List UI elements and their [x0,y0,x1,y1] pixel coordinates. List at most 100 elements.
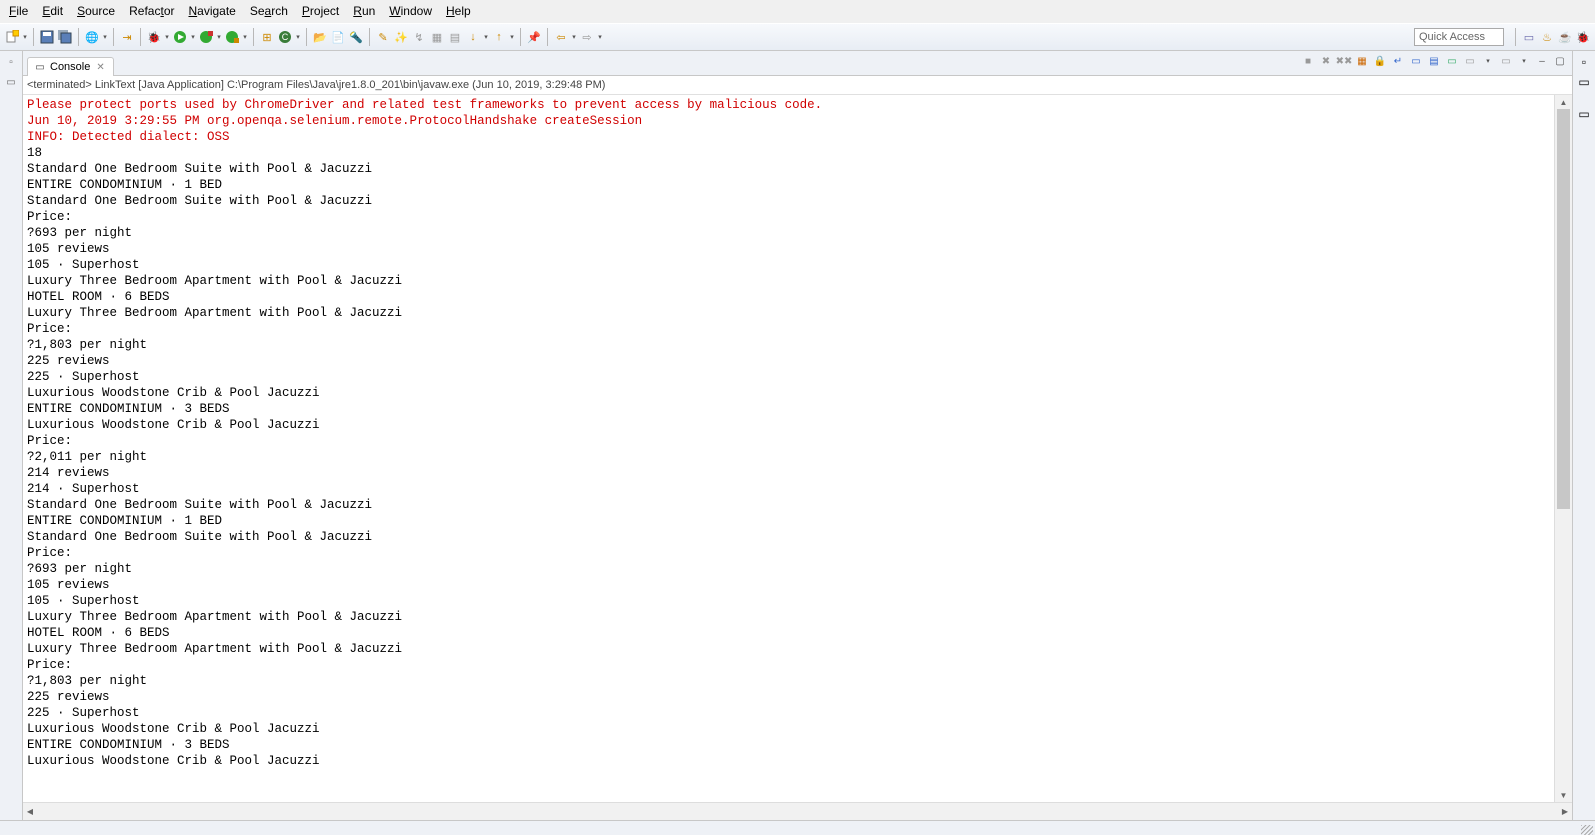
scroll-down-icon[interactable]: ▼ [1555,788,1572,802]
run-dropdown[interactable]: ▾ [190,29,196,45]
new-console-icon[interactable]: ▭ [1498,53,1514,69]
scroll-thumb[interactable] [1557,109,1570,509]
separator [33,28,34,46]
debug-dropdown[interactable]: ▾ [164,29,170,45]
console-line: ENTIRE CONDOMINIUM · 3 BEDS [27,737,1550,753]
separator [78,28,79,46]
new-icon[interactable] [4,29,20,45]
forward-dropdown[interactable]: ▾ [597,29,603,45]
scroll-left-icon[interactable]: ◀ [23,803,37,820]
run-icon[interactable] [172,29,188,45]
restore-view-icon[interactable]: ▫ [4,55,18,69]
back-dropdown[interactable]: ▾ [571,29,577,45]
new-console-dropdown[interactable]: ▾ [1516,53,1532,69]
terminate-icon[interactable]: ■ [1300,53,1316,69]
quick-access-input[interactable]: Quick Access [1414,28,1504,46]
console-line: Luxury Three Bedroom Apartment with Pool… [27,609,1550,625]
next-dropdown[interactable]: ▾ [483,29,489,45]
console-line: Standard One Bedroom Suite with Pool & J… [27,529,1550,545]
new-dropdown[interactable]: ▾ [22,29,28,45]
menu-edit[interactable]: Edit [35,2,70,20]
menu-window[interactable]: Window [382,2,439,20]
separator [520,28,521,46]
box-icon[interactable]: ▦ [429,29,445,45]
word-wrap-icon[interactable]: ↵ [1390,53,1406,69]
view-tabstrip: ▭ Console ✕ ■ ✖ ✖✖ ▦ 🔒 ↵ ▭ ▤ ▭ ▭ ▾ ▭ ▾ –… [23,51,1572,76]
menu-source[interactable]: Source [70,2,122,20]
close-icon[interactable]: ✕ [96,62,104,73]
console-line: HOTEL ROOM · 6 BEDS [27,625,1550,641]
resize-grip-icon[interactable] [1581,825,1593,835]
new-package-icon[interactable]: ⊞ [259,29,275,45]
skip-icon[interactable]: ⇥ [119,29,135,45]
console-line: ENTIRE CONDOMINIUM · 3 BEDS [27,401,1550,417]
run-last-dropdown[interactable]: ▾ [242,29,248,45]
scroll-lock-icon[interactable]: 🔒 [1372,53,1388,69]
open-console-icon[interactable]: ▭ [1462,53,1478,69]
menu-file[interactable]: File [2,2,35,20]
forward-icon[interactable]: ⇨ [579,29,595,45]
pin-icon[interactable]: 📌 [526,29,542,45]
display-selected-icon[interactable]: ▭ [1444,53,1460,69]
open-console-dropdown[interactable]: ▾ [1480,53,1496,69]
minimize-view-icon[interactable]: – [1534,53,1550,69]
console-line: 105 reviews [27,577,1550,593]
menu-navigate[interactable]: Navigate [181,2,242,20]
remove-launch-icon[interactable]: ✖ [1318,53,1334,69]
console-line: ENTIRE CONDOMINIUM · 1 BED [27,177,1550,193]
perspective-java-icon[interactable]: ♨ [1539,29,1555,45]
perspective-open-icon[interactable]: ▭ [1521,29,1537,45]
tab-console[interactable]: ▭ Console ✕ [27,57,114,76]
debug-icon[interactable]: 🐞 [146,29,162,45]
new-class-icon[interactable]: C [277,29,293,45]
back-icon[interactable]: ⇦ [553,29,569,45]
scroll-up-icon[interactable]: ▲ [1555,95,1572,109]
prev-dropdown[interactable]: ▾ [509,29,515,45]
refactor-icon[interactable]: ↯ [411,29,427,45]
console-output[interactable]: Please protect ports used by ChromeDrive… [23,95,1554,802]
clear-console-icon[interactable]: ▦ [1354,53,1370,69]
menu-project[interactable]: Project [295,2,346,20]
perspective-javaee-icon[interactable]: ☕ [1557,29,1573,45]
open-task-icon[interactable]: 📄 [330,29,346,45]
package-explorer-icon[interactable]: ▭ [4,75,18,89]
next-icon[interactable]: ↓ [465,29,481,45]
perspective-debug-icon[interactable]: 🐞 [1575,29,1591,45]
globe-dropdown[interactable]: ▾ [102,29,108,45]
coverage-dropdown[interactable]: ▾ [216,29,222,45]
save-all-icon[interactable] [57,29,73,45]
vertical-scrollbar[interactable]: ▲ ▼ [1554,95,1572,802]
console-line: Price: [27,657,1550,673]
save-icon[interactable] [39,29,55,45]
search-icon[interactable]: 🔦 [348,29,364,45]
coverage-icon[interactable] [198,29,214,45]
toggle-mark-icon[interactable]: ✎ [375,29,391,45]
separator [547,28,548,46]
wand-icon[interactable]: ✨ [393,29,409,45]
task-list-icon[interactable]: ▭ [1578,75,1589,89]
new-class-dropdown[interactable]: ▾ [295,29,301,45]
prev-icon[interactable]: ↑ [491,29,507,45]
remove-all-icon[interactable]: ✖✖ [1336,53,1352,69]
separator [253,28,254,46]
show-console-icon[interactable]: ▭ [1408,53,1424,69]
menu-search[interactable]: Search [243,2,295,20]
horizontal-scrollbar[interactable]: ◀ ▶ [23,802,1572,820]
console-line: Price: [27,545,1550,561]
open-type-icon[interactable]: 📂 [312,29,328,45]
menu-run[interactable]: Run [346,2,382,20]
restore-right-icon[interactable]: ▫ [1582,55,1586,69]
run-last-icon[interactable] [224,29,240,45]
pin-console-icon[interactable]: ▤ [1426,53,1442,69]
maximize-view-icon[interactable]: ▢ [1552,53,1568,69]
left-trim: ▫ ▭ [0,51,23,820]
menu-help[interactable]: Help [439,2,478,20]
menu-refactor[interactable]: Refactor [122,2,181,20]
right-trim: ▫ ▭ ▭ [1572,51,1595,820]
outline-icon[interactable]: ▭ [1578,107,1589,121]
scroll-right-icon[interactable]: ▶ [1558,803,1572,820]
grid-icon[interactable]: ▤ [447,29,463,45]
console-line: Standard One Bedroom Suite with Pool & J… [27,161,1550,177]
globe-icon[interactable]: 🌐 [84,29,100,45]
console-line: INFO: Detected dialect: OSS [27,129,1550,145]
